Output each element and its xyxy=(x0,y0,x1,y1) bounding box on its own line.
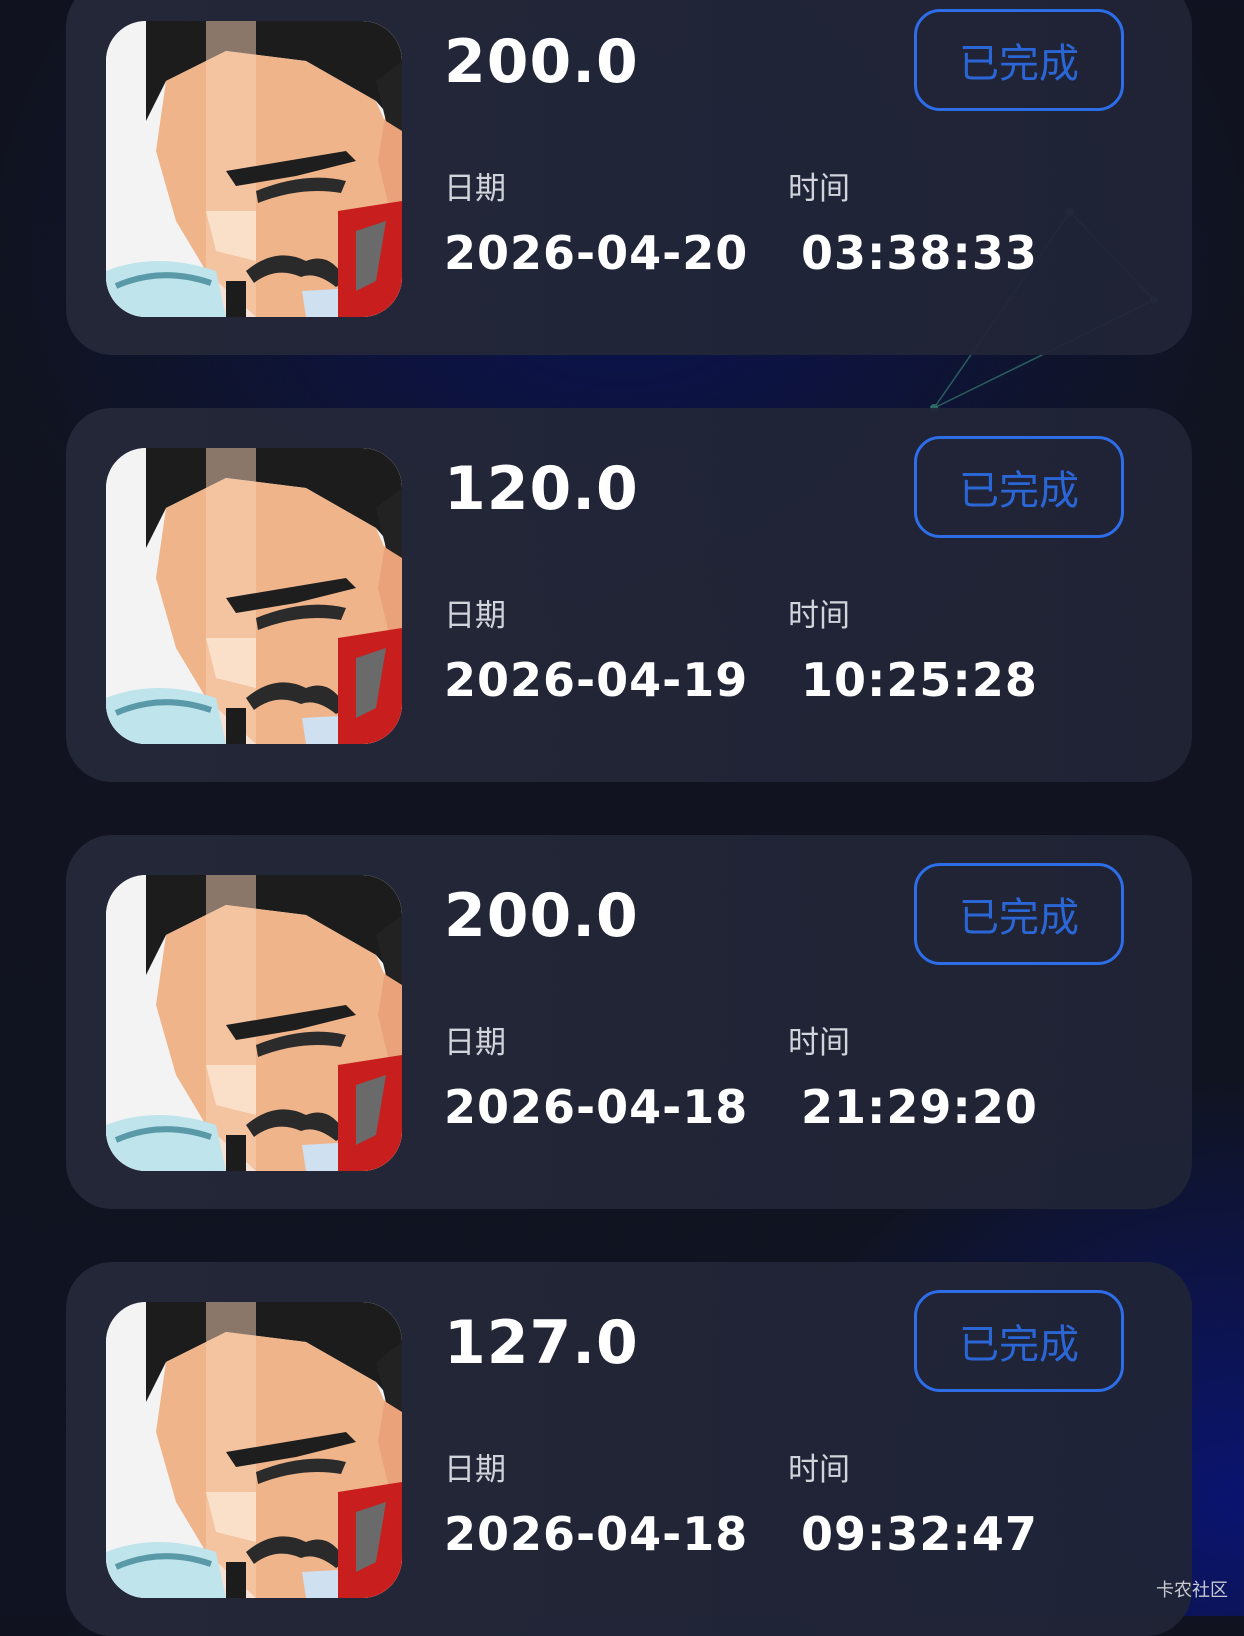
avatar xyxy=(106,1302,402,1598)
time-value: 21:29:20 xyxy=(801,1080,1038,1134)
amount-value: 120.0 xyxy=(444,454,639,524)
time-label: 时间 xyxy=(788,1452,850,1488)
cartoon-man-avatar-icon xyxy=(106,21,402,317)
status-completed-button[interactable]: 已完成 xyxy=(914,863,1124,965)
time-value: 03:38:33 xyxy=(801,226,1038,280)
status-completed-button[interactable]: 已完成 xyxy=(914,1290,1124,1392)
avatar xyxy=(106,875,402,1171)
time-value: 10:25:28 xyxy=(801,653,1038,707)
status-completed-button[interactable]: 已完成 xyxy=(914,436,1124,538)
time-label: 时间 xyxy=(788,171,850,207)
avatar xyxy=(106,21,402,317)
watermark-text: 卡农社区 xyxy=(1156,1580,1228,1601)
amount-value: 127.0 xyxy=(444,1308,639,1378)
record-card[interactable]: 127.0 已完成 日期 时间 2026-04-18 09:32:47 xyxy=(66,1262,1192,1636)
cartoon-man-avatar-icon xyxy=(106,448,402,744)
date-label: 日期 xyxy=(444,171,506,207)
record-card[interactable]: 120.0 已完成 日期 时间 2026-04-19 10:25:28 xyxy=(66,408,1192,782)
cartoon-man-avatar-icon xyxy=(106,875,402,1171)
date-label: 日期 xyxy=(444,598,506,634)
date-value: 2026-04-20 xyxy=(444,226,749,280)
record-card[interactable]: 200.0 已完成 日期 时间 2026-04-18 21:29:20 xyxy=(66,835,1192,1209)
status-completed-button[interactable]: 已完成 xyxy=(914,9,1124,111)
date-value: 2026-04-18 xyxy=(444,1507,749,1561)
date-value: 2026-04-19 xyxy=(444,653,749,707)
amount-value: 200.0 xyxy=(444,27,639,97)
time-label: 时间 xyxy=(788,1025,850,1061)
amount-value: 200.0 xyxy=(444,881,639,951)
date-label: 日期 xyxy=(444,1452,506,1488)
record-card[interactable]: 200.0 已完成 日期 时间 2026-04-20 03:38:33 xyxy=(66,0,1192,355)
time-value: 09:32:47 xyxy=(801,1507,1038,1561)
time-label: 时间 xyxy=(788,598,850,634)
cartoon-man-avatar-icon xyxy=(106,1302,402,1598)
record-list: 200.0 已完成 日期 时间 2026-04-20 03:38:33 120.… xyxy=(0,0,1244,1636)
date-label: 日期 xyxy=(444,1025,506,1061)
date-value: 2026-04-18 xyxy=(444,1080,749,1134)
avatar xyxy=(106,448,402,744)
